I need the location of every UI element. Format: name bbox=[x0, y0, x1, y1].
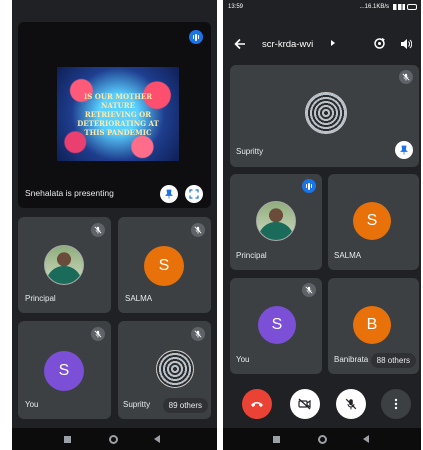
signal-icon bbox=[393, 4, 405, 10]
presenter-label: Snehalata is presenting bbox=[25, 188, 114, 198]
avatar bbox=[256, 201, 296, 241]
back-icon[interactable] bbox=[363, 435, 369, 443]
participant-name: You bbox=[25, 400, 39, 409]
slide-line: IS OUR MOTHER bbox=[83, 91, 153, 101]
home-icon[interactable] bbox=[109, 435, 118, 444]
participant-tile[interactable]: S You bbox=[18, 321, 111, 419]
home-icon[interactable] bbox=[318, 435, 327, 444]
mic-off-icon bbox=[191, 223, 205, 237]
participant-tile[interactable]: Principal bbox=[230, 174, 322, 270]
participant-tile[interactable]: B Banibrata 88 others bbox=[328, 278, 419, 374]
back-icon[interactable] bbox=[154, 435, 160, 443]
participant-tile[interactable]: S SALMA bbox=[328, 174, 419, 270]
participant-name: You bbox=[236, 355, 250, 364]
end-call-icon bbox=[251, 402, 263, 407]
speaker-icon[interactable] bbox=[400, 38, 412, 50]
slide-line: THIS PANDEMIC bbox=[84, 127, 152, 137]
avatar: B bbox=[353, 306, 391, 344]
pin-icon[interactable] bbox=[395, 141, 413, 159]
switch-camera-icon[interactable] bbox=[373, 37, 386, 50]
right-phone-screen: 13:59 ...16.1KB/s scr-krda-wvi Supritty … bbox=[223, 0, 421, 450]
chevron-right-icon[interactable] bbox=[331, 40, 335, 46]
participant-tile[interactable]: Supritty 89 others bbox=[118, 321, 211, 419]
participant-name: Principal bbox=[236, 251, 267, 260]
battery-icon bbox=[407, 4, 417, 10]
more-options-button[interactable] bbox=[381, 389, 411, 419]
mic-off-icon bbox=[345, 398, 357, 410]
participant-tile[interactable]: S SALMA bbox=[118, 217, 211, 313]
camera-toggle-button[interactable] bbox=[290, 389, 320, 419]
avatar: S bbox=[353, 202, 391, 240]
recents-icon[interactable] bbox=[64, 436, 71, 443]
end-call-button[interactable] bbox=[242, 389, 272, 419]
slide-line: DETERIORATING AT bbox=[77, 118, 159, 128]
others-count-badge[interactable]: 88 others bbox=[370, 353, 416, 368]
participant-name: Principal bbox=[25, 294, 56, 303]
avatar: S bbox=[144, 246, 184, 286]
mic-off-icon bbox=[91, 223, 105, 237]
participant-tile[interactable]: Supritty bbox=[230, 65, 419, 167]
system-nav-bar bbox=[223, 428, 421, 450]
participant-name: SALMA bbox=[125, 294, 153, 303]
audio-level-icon bbox=[189, 30, 203, 44]
presentation-tile[interactable]: IS OUR MOTHER NATURE RETRIEVING OR DETER… bbox=[18, 22, 211, 208]
mic-off-icon bbox=[399, 70, 413, 84]
status-bar: 13:59 ...16.1KB/s bbox=[223, 0, 421, 16]
participant-name: Supritty bbox=[236, 147, 264, 156]
slide-line: NATURE bbox=[101, 100, 135, 110]
avatar: S bbox=[258, 306, 296, 344]
avatar bbox=[305, 92, 347, 134]
fullscreen-icon[interactable] bbox=[185, 185, 203, 203]
participant-name: Banibrata bbox=[334, 355, 369, 364]
system-nav-bar bbox=[12, 428, 217, 450]
avatar bbox=[44, 245, 84, 285]
meeting-code[interactable]: scr-krda-wvi bbox=[262, 39, 313, 50]
mic-toggle-button[interactable] bbox=[336, 389, 366, 419]
left-phone-screen: IS OUR MOTHER NATURE RETRIEVING OR DETER… bbox=[12, 0, 217, 450]
participant-tile[interactable]: S You bbox=[230, 278, 322, 374]
status-indicators: ...16.1KB/s bbox=[359, 4, 389, 10]
status-time: 13:59 bbox=[228, 4, 244, 10]
participant-name: Supritty bbox=[123, 400, 151, 409]
arrow-back-icon[interactable] bbox=[234, 38, 246, 50]
mic-off-icon bbox=[302, 283, 316, 297]
participant-name: SALMA bbox=[334, 251, 362, 260]
presentation-slide: IS OUR MOTHER NATURE RETRIEVING OR DETER… bbox=[57, 67, 179, 161]
avatar bbox=[156, 350, 194, 388]
others-count-badge[interactable]: 89 others bbox=[162, 398, 208, 413]
slide-line: RETRIEVING OR bbox=[84, 109, 152, 119]
mic-off-icon bbox=[91, 327, 105, 341]
camera-off-icon bbox=[298, 398, 311, 410]
avatar: S bbox=[44, 351, 84, 391]
participant-tile[interactable]: Principal bbox=[18, 217, 111, 313]
pin-icon[interactable] bbox=[160, 185, 178, 203]
recents-icon[interactable] bbox=[273, 436, 280, 443]
more-vert-icon bbox=[394, 398, 398, 410]
audio-level-icon bbox=[302, 179, 316, 193]
mic-off-icon bbox=[191, 327, 205, 341]
